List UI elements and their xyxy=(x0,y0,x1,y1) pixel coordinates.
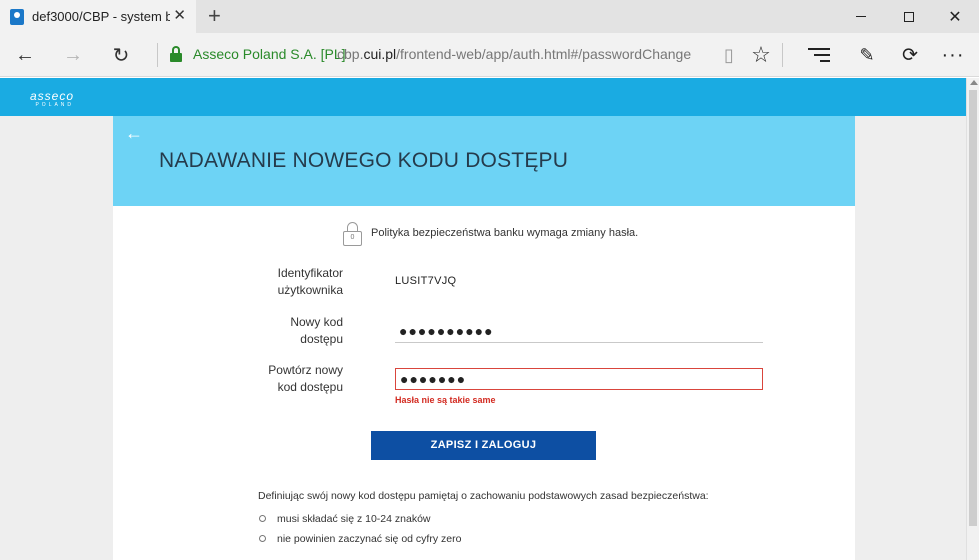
certificate-name[interactable]: Asseco Poland S.A. [PL] xyxy=(193,46,346,62)
address-separator xyxy=(157,43,158,67)
save-and-login-button[interactable]: ZAPISZ I ZALOGUJ xyxy=(371,431,596,460)
back-arrow-icon[interactable]: ← xyxy=(125,123,145,143)
share-icon[interactable]: ⟳ xyxy=(898,33,922,77)
password-mismatch-error: Hasła nie są takie same xyxy=(395,395,496,405)
rule-item: musi składać się z 10-24 znaków xyxy=(259,513,431,525)
favorite-star-icon[interactable]: ☆ xyxy=(748,33,774,77)
brand-band: asseco POLAND xyxy=(0,78,966,116)
new-code-field[interactable] xyxy=(395,319,763,343)
repeat-code-label-line1: Powtórz nowy xyxy=(268,363,343,377)
asseco-logo[interactable]: asseco POLAND xyxy=(30,89,75,108)
scroll-thumb[interactable] xyxy=(969,90,977,526)
page-title: NADAWANIE NOWEGO KODU DOSTĘPU xyxy=(159,149,569,172)
bullet-icon xyxy=(259,534,266,542)
maximize-button[interactable] xyxy=(886,0,932,33)
user-id-label-line2: użytkownika xyxy=(277,283,343,297)
more-icon[interactable]: ··· xyxy=(940,33,966,77)
maximize-icon xyxy=(904,11,914,22)
new-code-label-line2: dostępu xyxy=(300,332,343,346)
lock-icon[interactable] xyxy=(170,46,182,62)
web-note-icon[interactable]: ✎ xyxy=(856,33,878,77)
browser-navbar: ← → ↻ Asseco Poland S.A. [PL] cbp.cui.pl… xyxy=(0,33,979,77)
forward-arrow-icon[interactable]: → xyxy=(58,33,88,77)
user-id-value: LUSIT7VJQ xyxy=(395,275,457,287)
new-code-label: Nowy kod dostępu xyxy=(193,314,343,348)
page-scrollbar[interactable] xyxy=(966,78,979,560)
logo-text: asseco xyxy=(30,89,75,103)
url-domain: cui.pl xyxy=(363,46,397,62)
url-prefix: cbp. xyxy=(337,46,364,62)
close-window-button[interactable]: ✕ xyxy=(932,0,978,33)
browser-titlebar: def3000/CBP - system b ✕ + ✕ xyxy=(0,0,979,33)
scroll-up-icon[interactable] xyxy=(970,80,978,85)
user-id-label-line1: Identyfikator xyxy=(277,266,343,280)
rule-item: nie powinien zaczynać się od cyfry zero xyxy=(259,533,461,545)
rules-intro: Definiując swój nowy kod dostępu pamięta… xyxy=(258,490,709,502)
policy-message: Polityka bezpieczeństwa banku wymaga zmi… xyxy=(371,227,639,239)
bullet-icon xyxy=(259,514,266,522)
back-arrow-icon[interactable]: ← xyxy=(10,33,40,77)
page-viewport: asseco POLAND ← NADAWANIE NOWEGO KODU DO… xyxy=(0,78,979,560)
padlock-digit: 0 xyxy=(343,231,362,246)
logo-subtext: POLAND xyxy=(35,102,75,108)
map-pin-icon xyxy=(10,8,24,25)
close-icon: ✕ xyxy=(948,8,962,26)
tab-title: def3000/CBP - system b xyxy=(32,9,170,24)
card-header: ← NADAWANIE NOWEGO KODU DOSTĘPU xyxy=(113,116,855,206)
address-bar[interactable]: cbp.cui.pl/frontend-web/app/auth.html#/p… xyxy=(337,46,691,62)
repeat-code-label: Powtórz nowy kod dostępu xyxy=(193,362,343,396)
new-code-label-line1: Nowy kod xyxy=(290,315,343,329)
browser-tab[interactable]: def3000/CBP - system b ✕ xyxy=(0,0,196,33)
minimize-icon xyxy=(856,16,866,17)
password-change-card: ← NADAWANIE NOWEGO KODU DOSTĘPU 0 Polity… xyxy=(113,116,855,560)
minimize-button[interactable] xyxy=(838,0,884,33)
new-tab-icon[interactable]: + xyxy=(208,4,221,28)
rule-text: musi składać się z 10-24 znaków xyxy=(277,513,431,525)
rule-text: nie powinien zaczynać się od cyfry zero xyxy=(277,533,462,545)
tab-close-icon[interactable]: ✕ xyxy=(173,8,186,24)
repeat-code-label-line2: kod dostępu xyxy=(277,380,343,394)
hub-icon[interactable] xyxy=(808,47,830,63)
refresh-icon[interactable]: ↻ xyxy=(106,33,136,77)
user-id-label: Identyfikator użytkownika xyxy=(193,265,343,299)
url-path: /frontend-web/app/auth.html#/passwordCha… xyxy=(396,46,692,62)
reading-view-icon[interactable]: ▯ xyxy=(718,33,740,77)
padlock-icon: 0 xyxy=(343,222,362,246)
repeat-code-field[interactable] xyxy=(395,368,763,390)
toolbar-separator xyxy=(782,43,783,67)
